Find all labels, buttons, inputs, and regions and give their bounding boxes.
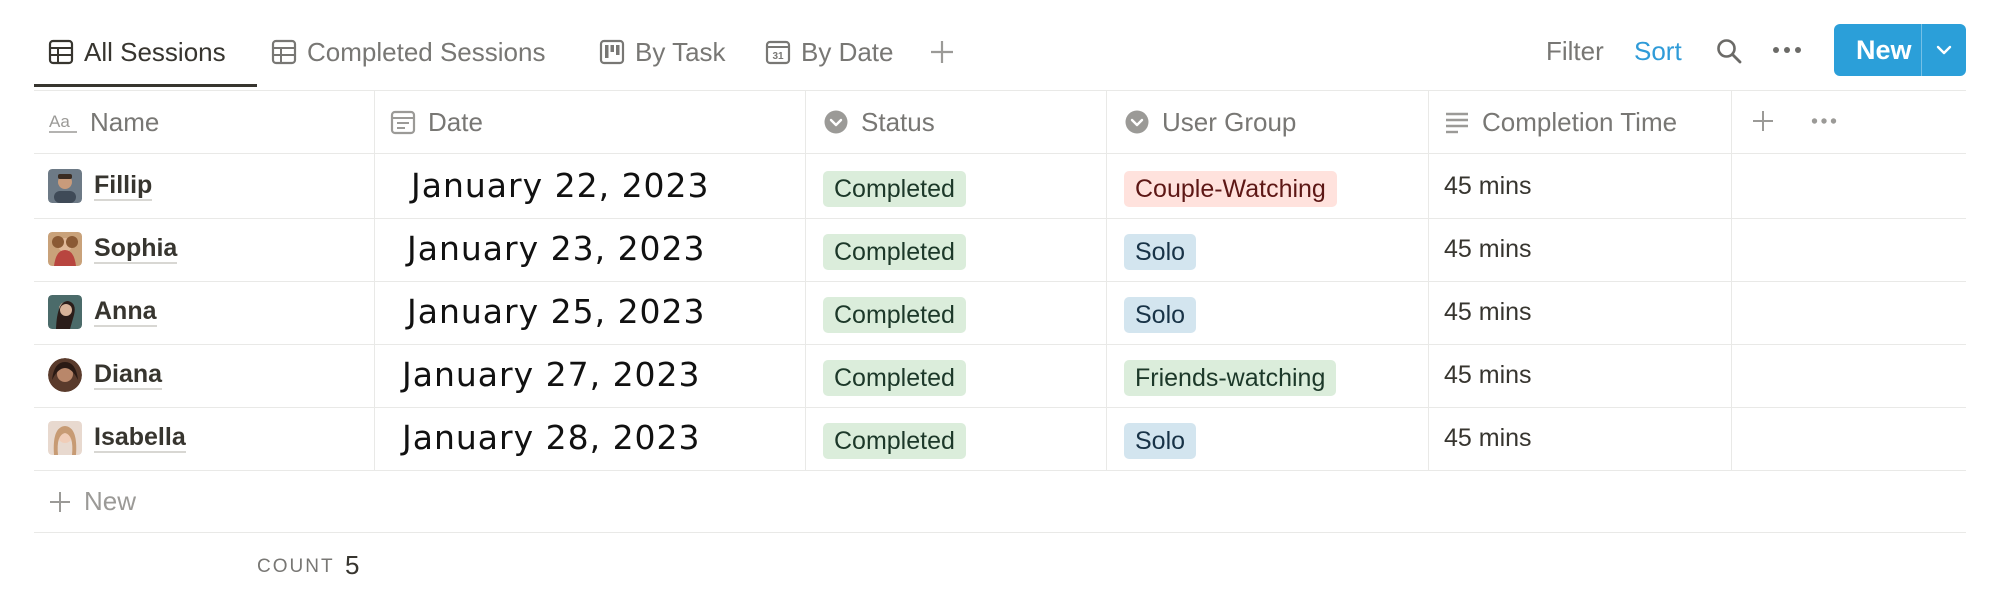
row-divider: [34, 281, 1966, 282]
column-divider: [1428, 90, 1429, 470]
plus-icon: [50, 491, 70, 512]
search-icon[interactable]: [1715, 37, 1743, 65]
row-date: January 25, 2023: [407, 292, 706, 331]
count-value: 5: [345, 550, 360, 580]
user-group-badge: Solo: [1124, 423, 1197, 459]
text-lines-icon: [1446, 112, 1468, 134]
avatar: [48, 295, 82, 329]
tab-by-task[interactable]: By Task: [599, 32, 726, 72]
column-divider: [1106, 90, 1107, 470]
row-name-label: Anna: [94, 297, 157, 327]
add-view-icon[interactable]: [929, 39, 955, 65]
more-options-icon[interactable]: [1772, 45, 1802, 55]
calendar-icon: [390, 110, 416, 135]
add-row-button[interactable]: New: [48, 486, 136, 517]
table-row-name[interactable]: Isabella: [48, 418, 186, 458]
row-name-label: Sophia: [94, 234, 178, 264]
tab-by-date[interactable]: 31 By Date: [765, 32, 894, 72]
avatar: [48, 232, 82, 266]
table-border-top: [34, 90, 1966, 91]
row-date: January 23, 2023: [407, 229, 706, 268]
row-divider: [34, 470, 1966, 471]
more-options-icon[interactable]: [1811, 117, 1837, 125]
sort-button[interactable]: Sort: [1634, 36, 1682, 67]
avatar: [48, 358, 82, 392]
tab-all-sessions[interactable]: All Sessions: [48, 32, 226, 72]
completion-time: 45 mins: [1444, 235, 1532, 263]
board-icon: [599, 39, 625, 65]
user-group-badge: Solo: [1124, 297, 1197, 333]
svg-text:31: 31: [772, 51, 784, 62]
status-badge: Completed: [823, 423, 966, 459]
status-badge: Completed: [823, 297, 966, 333]
completion-time: 45 mins: [1444, 172, 1532, 200]
row-date: January 22, 2023: [411, 166, 710, 205]
column-header-name[interactable]: Aa Name: [48, 104, 159, 140]
active-tab-indicator: [34, 84, 257, 87]
new-button-label: New: [1856, 35, 1912, 65]
table-row-name[interactable]: Diana: [48, 355, 163, 395]
completion-time: 45 mins: [1444, 298, 1532, 326]
count-label: COUNT: [257, 556, 335, 577]
column-header-user-group[interactable]: User Group: [1124, 104, 1296, 140]
row-divider: [34, 344, 1966, 345]
table-border-bottom: [34, 532, 1966, 533]
column-header-status[interactable]: Status: [823, 104, 935, 140]
status-badge: Completed: [823, 360, 966, 396]
status-badge: Completed: [823, 234, 966, 270]
column-divider: [1731, 90, 1732, 470]
add-property-icon[interactable]: [1751, 109, 1775, 133]
tab-completed-sessions[interactable]: Completed Sessions: [271, 32, 545, 72]
table-row-name[interactable]: Anna: [48, 292, 157, 332]
row-divider: [34, 407, 1966, 408]
table-icon: [48, 39, 74, 65]
chevron-down-icon[interactable]: [1933, 39, 1955, 61]
user-group-badge: Solo: [1124, 234, 1197, 270]
table-icon: [271, 39, 297, 65]
table-row-name[interactable]: Sophia: [48, 229, 178, 269]
filter-button[interactable]: Filter: [1546, 36, 1604, 67]
row-name-label: Fillip: [94, 171, 153, 201]
status-badge: Completed: [823, 171, 966, 207]
calendar-icon: 31: [765, 40, 791, 65]
text-aa-icon: Aa: [49, 112, 77, 133]
user-group-badge: Friends-watching: [1124, 360, 1337, 396]
tab-label: All Sessions: [84, 36, 226, 67]
column-label: Status: [861, 106, 935, 137]
completion-time: 45 mins: [1444, 361, 1532, 389]
column-label: Completion Time: [1482, 106, 1678, 137]
header-divider: [34, 153, 1966, 154]
new-button-divider: [1921, 24, 1922, 76]
tab-label: By Date: [801, 36, 894, 67]
column-divider: [805, 90, 806, 470]
row-name-label: Isabella: [94, 423, 186, 453]
svg-text:Aa: Aa: [49, 112, 70, 131]
avatar: [48, 169, 82, 203]
user-group-badge: Couple-Watching: [1124, 171, 1337, 207]
add-row-label: New: [84, 486, 137, 516]
select-icon: [1125, 110, 1149, 134]
row-divider: [34, 218, 1966, 219]
tab-label: By Task: [635, 36, 726, 67]
row-date: January 27, 2023: [402, 355, 701, 394]
row-name-label: Diana: [94, 360, 163, 390]
avatar: [48, 421, 82, 455]
row-date: January 28, 2023: [402, 418, 701, 457]
column-label: Name: [90, 106, 160, 137]
table-row-name[interactable]: Fillip: [48, 166, 153, 206]
completion-time: 45 mins: [1444, 424, 1532, 452]
tab-label: Completed Sessions: [307, 36, 546, 67]
new-button[interactable]: New: [1834, 24, 1966, 76]
column-header-completion-time[interactable]: Completion Time: [1444, 104, 1677, 140]
select-icon: [824, 110, 848, 134]
column-label: Date: [428, 106, 483, 137]
column-label: User Group: [1162, 106, 1297, 137]
column-header-date[interactable]: Date: [390, 104, 483, 140]
column-divider: [374, 90, 375, 470]
